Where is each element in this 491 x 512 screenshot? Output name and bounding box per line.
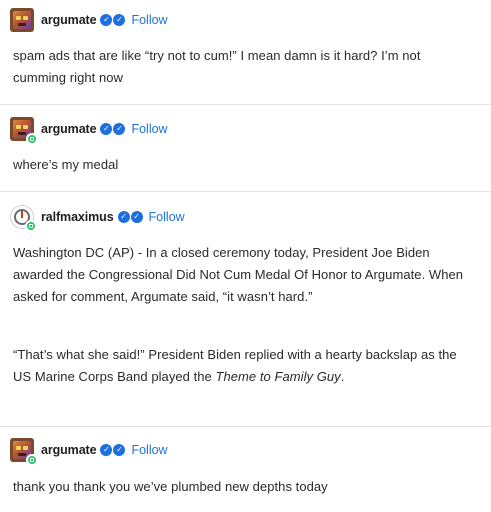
online-status-icon <box>26 133 38 145</box>
post-header: ralfmaximus ✓ ✓ Follow <box>10 205 185 232</box>
checkmark-badge-icon: ✓ <box>113 14 126 26</box>
post-body: spam ads that are like “try not to cum!”… <box>13 45 468 89</box>
post-body: where’s my medal <box>13 154 468 176</box>
checkmark-badge-icon: ✓ <box>113 444 126 456</box>
checkmark-badge-icon: ✓ <box>100 444 113 456</box>
post-body: thank you thank you we’ve plumbed new de… <box>13 476 468 498</box>
divider <box>0 191 491 192</box>
avatar[interactable] <box>10 117 38 145</box>
verified-badges: ✓ ✓ <box>117 211 143 223</box>
post-text: thank you thank you we’ve plumbed new de… <box>13 479 328 494</box>
follow-button[interactable]: Follow <box>149 210 185 224</box>
post-body: “That’s what she said!” President Biden … <box>13 344 468 388</box>
post-text: “That’s what she said!” President Biden … <box>13 347 457 384</box>
checkmark-badge-icon: ✓ <box>130 211 143 223</box>
divider <box>0 426 491 427</box>
checkmark-badge-icon: ✓ <box>100 14 113 26</box>
username[interactable]: argumate <box>41 122 97 136</box>
checkmark-badge-icon: ✓ <box>100 123 113 135</box>
post-header: argumate ✓ ✓ Follow <box>10 438 168 466</box>
verified-badges: ✓ ✓ <box>99 123 126 135</box>
post-text: spam ads that are like “try not to cum!”… <box>13 48 421 85</box>
checkmark-badge-icon: ✓ <box>117 211 130 223</box>
follow-button[interactable]: Follow <box>131 122 167 136</box>
verified-badges: ✓ ✓ <box>99 444 126 456</box>
post-header: argumate ✓ ✓ Follow <box>10 8 168 32</box>
checkmark-badge-icon: ✓ <box>113 123 126 135</box>
avatar[interactable] <box>10 205 37 232</box>
divider <box>0 104 491 105</box>
verified-badges: ✓ ✓ <box>99 14 126 26</box>
online-status-icon <box>26 454 38 466</box>
avatar-image <box>13 11 31 29</box>
reblog-thread: argumate ✓ ✓ Follow spam ads that are li… <box>0 0 491 512</box>
avatar[interactable] <box>10 438 38 466</box>
follow-button[interactable]: Follow <box>131 443 167 457</box>
post-body: Washington DC (AP) - In a closed ceremon… <box>13 242 468 308</box>
post-text-italic: Theme to Family Guy <box>215 369 341 384</box>
post-text: Washington DC (AP) - In a closed ceremon… <box>13 245 464 304</box>
online-status-icon <box>25 220 37 232</box>
post-header: argumate ✓ ✓ Follow <box>10 117 168 145</box>
username[interactable]: argumate <box>41 443 97 457</box>
post-text: where’s my medal <box>13 157 119 172</box>
username[interactable]: argumate <box>41 13 97 27</box>
avatar[interactable] <box>10 8 34 32</box>
username[interactable]: ralfmaximus <box>41 210 114 224</box>
follow-button[interactable]: Follow <box>131 13 167 27</box>
